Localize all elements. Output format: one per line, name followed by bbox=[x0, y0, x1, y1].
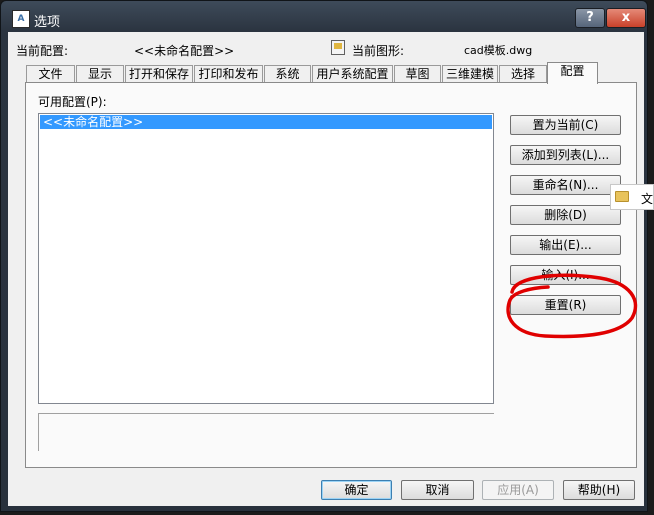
list-item[interactable]: <<未命名配置>> bbox=[40, 115, 492, 129]
drawing-file-icon bbox=[331, 40, 345, 55]
tab-drafting[interactable]: 草图 bbox=[394, 65, 441, 83]
current-profile-label: 当前配置: bbox=[16, 44, 69, 58]
profile-description bbox=[38, 413, 494, 451]
current-drawing-label: 当前图形: bbox=[352, 44, 405, 58]
window-title: 选项 bbox=[34, 15, 61, 30]
cancel-button[interactable]: 取消 bbox=[401, 480, 474, 500]
current-profile-value: <<未命名配置>> bbox=[134, 44, 235, 58]
tab-3d-modeling[interactable]: 三维建模 bbox=[442, 65, 498, 83]
available-profiles-label: 可用配置(P): bbox=[38, 95, 107, 109]
rename-button[interactable]: 重命名(N)... bbox=[510, 175, 621, 195]
add-to-list-button[interactable]: 添加到列表(L)... bbox=[510, 145, 621, 165]
delete-button[interactable]: 删除(D) bbox=[510, 205, 621, 225]
autocad-app-icon: A bbox=[12, 10, 30, 28]
tab-display[interactable]: 显示 bbox=[76, 65, 124, 83]
profiles-list[interactable]: <<未命名配置>> bbox=[38, 113, 494, 404]
title-bar[interactable]: A 选项 bbox=[0, 0, 648, 32]
import-button[interactable]: 输入(I)... bbox=[510, 265, 621, 285]
tab-selection[interactable]: 选择 bbox=[499, 65, 547, 83]
background-explorer-item[interactable]: 文 bbox=[610, 184, 654, 210]
reset-button[interactable]: 重置(R) bbox=[510, 295, 621, 315]
set-current-button[interactable]: 置为当前(C) bbox=[510, 115, 621, 135]
tab-user-preferences[interactable]: 用户系统配置 bbox=[312, 65, 393, 83]
tab-profiles[interactable]: 配置 bbox=[547, 62, 598, 84]
tab-open-and-save[interactable]: 打开和保存 bbox=[125, 65, 193, 83]
close-button[interactable]: x bbox=[606, 8, 646, 28]
ok-button[interactable]: 确定 bbox=[321, 480, 392, 500]
apply-button[interactable]: 应用(A) bbox=[482, 480, 554, 500]
tab-plot-and-publish[interactable]: 打印和发布 bbox=[194, 65, 263, 83]
folder-icon bbox=[615, 191, 629, 202]
current-drawing-value: cad模板.dwg bbox=[464, 44, 533, 57]
tab-files[interactable]: 文件 bbox=[26, 65, 75, 83]
help-caption-button[interactable]: ? bbox=[575, 8, 605, 28]
tab-system[interactable]: 系统 bbox=[264, 65, 311, 83]
explorer-item-label: 文 bbox=[641, 192, 654, 206]
help-button[interactable]: 帮助(H) bbox=[563, 480, 635, 500]
export-button[interactable]: 输出(E)... bbox=[510, 235, 621, 255]
